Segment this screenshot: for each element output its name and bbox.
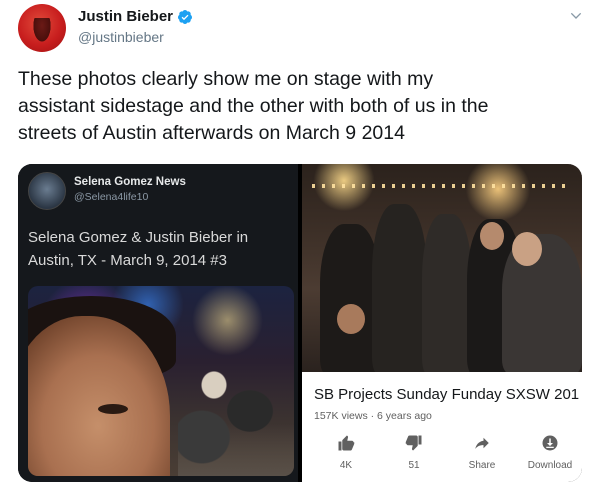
tweet-header: Justin Bieber @justinbieber — [18, 4, 586, 52]
download-icon — [542, 435, 558, 451]
embedded-account-handle: @Selena4life10 — [74, 191, 149, 203]
photo-person — [422, 214, 472, 372]
embedded-tweet-screenshot[interactable]: Selena Gomez News @Selena4life10 Selena … — [18, 164, 298, 482]
tweet-text: These photos clearly show me on stage wi… — [18, 66, 588, 147]
dislike-count: 51 — [408, 460, 420, 471]
like-count: 4K — [339, 460, 353, 471]
video-thumbnail — [302, 164, 582, 372]
like-button[interactable]: 4K — [316, 434, 376, 471]
author-block: Justin Bieber @justinbieber — [78, 8, 193, 45]
tweet-text-line: These photos clearly show me on stage wi… — [18, 68, 434, 90]
embedded-video-screenshot[interactable]: SB Projects Sunday Funday SXSW 201 157K … — [302, 164, 582, 482]
thumbs-up-icon — [338, 435, 355, 451]
chevron-down-icon[interactable] — [568, 8, 584, 24]
share-button[interactable]: Share — [452, 434, 512, 471]
embedded-tweet-text: Selena Gomez & Justin Bieber in Austin, … — [28, 226, 290, 272]
share-icon — [475, 437, 489, 449]
video-meta: 157K views · 6 years ago — [314, 410, 432, 422]
string-lights — [312, 184, 572, 188]
photo-crowd — [178, 346, 294, 476]
media-grid[interactable]: Selena Gomez News @Selena4life10 Selena … — [18, 164, 582, 482]
photo-face — [480, 222, 504, 250]
download-button[interactable]: Download — [520, 434, 580, 471]
download-label: Download — [527, 460, 573, 471]
embedded-account-name: Selena Gomez News — [74, 176, 186, 188]
embedded-text-line: Selena Gomez & Justin Bieber in — [28, 229, 249, 246]
verified-badge-icon — [178, 9, 193, 24]
author-handle[interactable]: @justinbieber — [78, 29, 193, 45]
display-name[interactable]: Justin Bieber — [78, 8, 173, 25]
video-title: SB Projects Sunday Funday SXSW 201 — [314, 386, 580, 403]
embedded-street-photo — [28, 286, 294, 476]
embedded-avatar — [28, 172, 66, 210]
thumbs-down-icon — [405, 435, 422, 451]
tweet-text-line: streets of Austin afterwards on March 9 … — [18, 122, 405, 144]
dislike-button[interactable]: 51 — [384, 434, 444, 471]
photo-face — [337, 304, 365, 334]
video-actions: 4K 51 Share Download — [302, 434, 582, 478]
tweet-card: Justin Bieber @justinbieber These photos… — [0, 0, 600, 497]
photo-face — [512, 232, 542, 266]
photo-person — [372, 204, 427, 372]
photo-person — [320, 224, 380, 372]
display-name-row[interactable]: Justin Bieber — [78, 8, 193, 25]
tweet-text-line: assistant sidestage and the other with b… — [18, 95, 489, 117]
avatar[interactable] — [18, 4, 66, 52]
share-label: Share — [468, 460, 496, 471]
photo-eye — [98, 404, 128, 414]
embedded-text-line: Austin, TX - March 9, 2014 #3 — [28, 252, 227, 269]
